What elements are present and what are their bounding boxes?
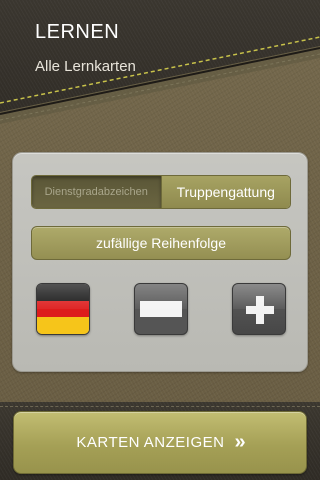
show-cards-label: KARTEN ANZEIGEN bbox=[76, 434, 225, 451]
page-subtitle: Alle Lernkarten bbox=[35, 58, 136, 75]
white-bar-flag-icon[interactable] bbox=[134, 283, 188, 335]
segment-dienstgradabzeichen[interactable]: Dienstgradabzeichen bbox=[32, 176, 161, 208]
flag-stripe-gold bbox=[37, 317, 89, 334]
double-chevron-right-icon: » bbox=[234, 431, 245, 453]
random-order-button[interactable]: zufällige Reihenfolge bbox=[31, 226, 291, 260]
flag-stripe-black bbox=[37, 284, 89, 301]
category-segmented-control: Dienstgradabzeichen Truppengattung bbox=[31, 175, 291, 209]
show-cards-button[interactable]: KARTEN ANZEIGEN » bbox=[13, 411, 307, 474]
flag-stripe-red bbox=[37, 300, 89, 318]
plus-icon[interactable] bbox=[232, 283, 286, 335]
german-flag-icon[interactable] bbox=[36, 283, 90, 335]
settings-panel: Dienstgradabzeichen Truppengattung zufäl… bbox=[12, 152, 308, 372]
flag-white-bar bbox=[140, 301, 182, 317]
segment-truppengattung[interactable]: Truppengattung bbox=[160, 176, 290, 208]
page-title: LERNEN bbox=[35, 21, 120, 43]
